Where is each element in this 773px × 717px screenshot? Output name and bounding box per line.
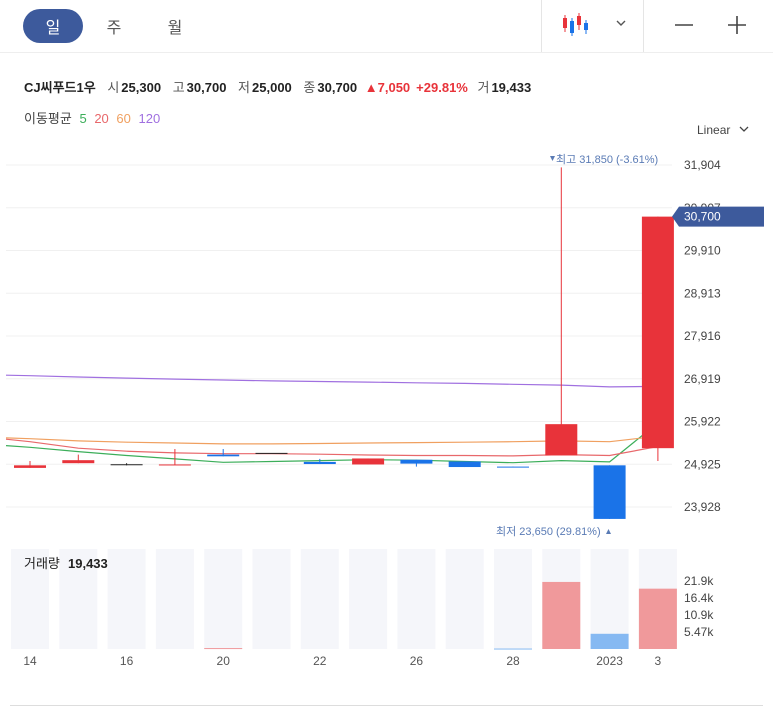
candle-body (448, 461, 481, 468)
candle-body (158, 464, 191, 466)
candle (255, 452, 288, 454)
candle-body (352, 458, 385, 465)
candle-body (400, 459, 433, 464)
candle (352, 458, 385, 465)
current-price-label: 30,700 (684, 210, 721, 224)
candle-body (110, 464, 143, 466)
volume-slot (494, 549, 532, 649)
x-axis-tick: 2023 (596, 654, 623, 668)
price-axis-tick: 29,910 (684, 244, 721, 258)
volume-slot (155, 549, 194, 649)
candle (303, 458, 336, 465)
candle-body (207, 454, 240, 457)
candle-body (62, 460, 95, 464)
candle-body (14, 465, 46, 468)
volume-axis-tick: 16.4k (684, 591, 714, 605)
price-axis-tick: 26,919 (684, 372, 721, 386)
volume-slot (252, 549, 291, 649)
high-marker-icon (550, 156, 555, 161)
x-axis-tick: 20 (217, 654, 231, 668)
x-axis-tick: 28 (506, 654, 520, 668)
volume-axis-tick: 10.9k (684, 608, 714, 622)
volume-slot (204, 549, 243, 649)
candle-body (255, 452, 288, 454)
candle (545, 167, 578, 456)
volume-bar (204, 648, 243, 650)
candle (400, 459, 433, 467)
candle-body (497, 466, 529, 468)
volume-axis-tick: 21.9k (684, 574, 714, 588)
candle (207, 449, 240, 457)
price-chart[interactable]: 31,90430,90729,91028,91327,91626,91925,9… (0, 0, 773, 717)
volume-slot (445, 549, 484, 649)
volume-bar (542, 581, 581, 649)
price-axis-tick: 31,904 (684, 158, 721, 172)
volume-panel-label: 거래량 (24, 556, 60, 571)
candle-body (545, 424, 578, 456)
price-axis-tick: 24,925 (684, 457, 721, 471)
candle (448, 461, 481, 468)
price-axis-tick: 23,928 (684, 500, 721, 514)
x-axis-tick: 16 (120, 654, 134, 668)
candle (593, 465, 626, 519)
candle (110, 463, 143, 466)
volume-panel-value: 19,433 (68, 556, 108, 571)
low-annotation: 최저 23,650 (29.81%) (496, 525, 601, 538)
volume-bar (494, 648, 532, 650)
volume-slot (349, 549, 388, 649)
moving-average-120-line (5, 374, 658, 388)
volume-bar (590, 633, 629, 649)
price-axis-tick: 28,913 (684, 286, 721, 300)
x-axis-tick: 22 (313, 654, 327, 668)
volume-slot (300, 549, 339, 649)
x-axis-tick: 26 (410, 654, 424, 668)
candle-body (641, 216, 674, 449)
volume-axis-tick: 5.47k (684, 625, 714, 639)
volume-bar (638, 588, 677, 649)
low-marker-icon (606, 529, 611, 534)
bottom-divider (10, 705, 763, 706)
candle-body (303, 461, 336, 465)
price-axis-tick: 27,916 (684, 329, 721, 343)
candle (62, 454, 95, 464)
candle (158, 449, 191, 466)
volume-slot (397, 549, 436, 649)
candle (641, 216, 674, 462)
x-axis-tick: 3 (655, 654, 662, 668)
x-axis-tick: 14 (23, 654, 37, 668)
candle-body (593, 465, 626, 519)
volume-slot (107, 549, 146, 649)
candle (497, 466, 529, 468)
price-axis-tick: 25,922 (684, 415, 721, 429)
high-annotation: 최고 31,850 (-3.61%) (556, 153, 658, 166)
